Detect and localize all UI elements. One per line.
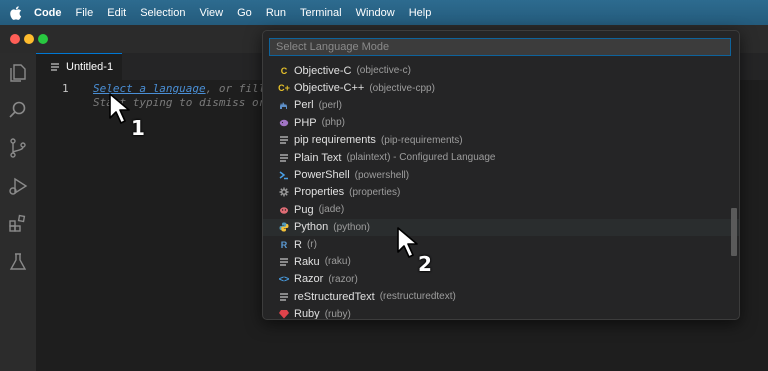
language-identifier: (jade): [318, 204, 345, 216]
language-name: Perl: [294, 99, 314, 112]
language-elephant-icon: [279, 118, 289, 128]
menu-run[interactable]: Run: [266, 7, 286, 19]
extensions-icon[interactable]: [7, 213, 29, 235]
language-identifier: (r): [306, 239, 317, 251]
language-item-perl[interactable]: Perl (perl): [263, 97, 739, 114]
language-gear-icon: [279, 187, 289, 197]
language---icon: <>: [278, 274, 290, 285]
language-identifier: (php): [321, 117, 345, 129]
language-lines-icon: [279, 292, 289, 302]
zoom-window-button[interactable]: [38, 34, 48, 44]
list-scrollbar[interactable]: [731, 208, 737, 256]
language-identifier: (restructuredtext): [379, 291, 456, 303]
search-icon[interactable]: [7, 99, 29, 121]
language-camel-icon: [279, 100, 289, 110]
language-name: Pug: [294, 203, 314, 216]
line-number: 1: [62, 82, 69, 95]
menu-file[interactable]: File: [76, 7, 94, 19]
apple-logo-icon[interactable]: [10, 5, 22, 20]
language-name: Properties: [294, 186, 345, 199]
menu-help[interactable]: Help: [409, 7, 432, 19]
language-name: Raku: [294, 255, 320, 268]
language-name: Objective-C: [294, 64, 352, 77]
language-identifier: (razor): [328, 273, 358, 285]
language-item-properties[interactable]: Properties (properties): [263, 184, 739, 201]
step-number-label: 1: [131, 116, 145, 140]
language-item-plain-text[interactable]: Plain Text (plaintext) - Configured Langu…: [263, 149, 739, 166]
language-ruby-icon: [279, 309, 289, 319]
tab-label: Untitled-1: [66, 61, 114, 73]
language-c--icon: C+: [278, 83, 290, 94]
language-lines-icon: [279, 135, 289, 145]
step-number-label: 2: [418, 252, 432, 276]
language-identifier: (plaintext) - Configured Language: [346, 152, 496, 164]
activity-bar: [0, 53, 36, 371]
language-item-razor[interactable]: <> Razor (razor): [263, 271, 739, 288]
language-identifier: (objective-cpp): [369, 82, 435, 94]
language-list: C Objective-C (objective-c) C+ Objective-C++…: [263, 62, 739, 320]
menu-view[interactable]: View: [199, 7, 223, 19]
menu-edit[interactable]: Edit: [107, 7, 126, 19]
language-name: PowerShell: [294, 169, 350, 182]
language-item-pip-requirements[interactable]: pip requirements (pip-requirements): [263, 132, 739, 149]
file-lines-icon: [51, 63, 59, 71]
tab-untitled-1[interactable]: Untitled-1: [36, 53, 122, 80]
language-item-objective-c[interactable]: C Objective-C (objective-c): [263, 62, 739, 79]
language-lines-icon: [279, 257, 289, 267]
language-name: Objective-C++: [294, 82, 365, 95]
language-identifier: (objective-c): [356, 65, 411, 77]
language-search-input[interactable]: [269, 38, 731, 56]
language-item-pug[interactable]: Pug (jade): [263, 201, 739, 218]
minimize-window-button[interactable]: [24, 34, 34, 44]
language-item-php[interactable]: PHP (php): [263, 114, 739, 131]
menu-selection[interactable]: Selection: [140, 7, 185, 19]
menu-terminal[interactable]: Terminal: [300, 7, 342, 19]
language-identifier: (ruby): [324, 308, 351, 320]
language-identifier: (raku): [324, 256, 351, 268]
language-item-r[interactable]: R R (r): [263, 236, 739, 253]
language-c-icon: C: [280, 65, 288, 76]
menu-code[interactable]: Code: [34, 7, 62, 19]
language-identifier: (powershell): [354, 169, 410, 181]
language-identifier: (perl): [318, 99, 342, 111]
language-identifier: (python): [333, 221, 370, 233]
language-lines-icon: [279, 153, 289, 163]
language-item-powershell[interactable]: PowerShell (powershell): [263, 166, 739, 183]
language-name: reStructuredText: [294, 290, 375, 303]
close-window-button[interactable]: [10, 34, 20, 44]
language-identifier: (pip-requirements): [380, 134, 463, 146]
language-item-restructuredtext[interactable]: reStructuredText (restructuredtext): [263, 288, 739, 305]
language-pug-icon: [279, 205, 289, 215]
language-prompt-icon: [279, 170, 289, 180]
language-identifier: (properties): [349, 186, 401, 198]
language-python-icon: [279, 222, 289, 232]
run-debug-icon[interactable]: [7, 175, 29, 197]
language-item-raku[interactable]: Raku (raku): [263, 253, 739, 270]
language-item-python[interactable]: Python (python): [263, 218, 739, 236]
language-name: pip requirements: [294, 134, 376, 147]
source-control-icon[interactable]: [7, 137, 29, 159]
language-name: Razor: [294, 273, 324, 286]
language-r-icon: R: [280, 239, 288, 250]
language-mode-quick-pick: C Objective-C (objective-c) C+ Objective-C++…: [262, 30, 740, 320]
explorer-icon[interactable]: [7, 62, 29, 84]
language-name: Plain Text: [294, 151, 342, 164]
language-name: Ruby: [294, 308, 320, 320]
language-name: PHP: [294, 116, 317, 129]
language-item-ruby[interactable]: Ruby (ruby): [263, 305, 739, 320]
language-item-objective-c-[interactable]: C+ Objective-C++ (objective-cpp): [263, 79, 739, 96]
language-name: Python: [294, 221, 329, 234]
menu-go[interactable]: Go: [237, 7, 252, 19]
language-name: R: [294, 238, 302, 251]
menu-window[interactable]: Window: [356, 7, 395, 19]
macos-menu-bar: Code File Edit Selection View Go Run Ter…: [0, 0, 768, 25]
testing-icon[interactable]: [7, 251, 29, 273]
